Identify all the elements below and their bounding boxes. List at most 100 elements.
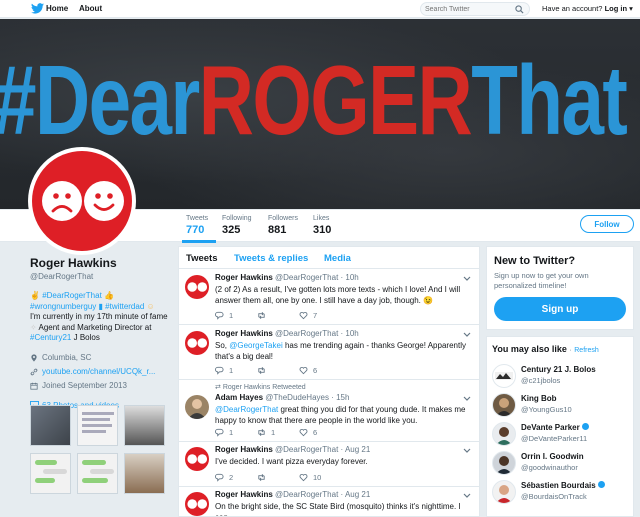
- photo-thumb[interactable]: [30, 405, 71, 446]
- tweet-author-name[interactable]: Roger Hawkins: [215, 490, 273, 499]
- suggestion-name[interactable]: Orrin I. Goodwin: [521, 452, 584, 461]
- retweet-action[interactable]: [257, 311, 299, 320]
- suggestion-name[interactable]: Century 21 J. Bolos: [521, 365, 596, 374]
- photo-thumb[interactable]: [124, 453, 165, 494]
- reply-action[interactable]: 2: [215, 473, 257, 482]
- photo-thumb[interactable]: [124, 405, 165, 446]
- reply-action[interactable]: 1: [215, 366, 257, 375]
- stat-tweets[interactable]: Tweets 770: [181, 215, 217, 243]
- suggestion-name[interactable]: King Bob: [521, 394, 557, 403]
- retweet-icon: [258, 429, 265, 436]
- suggestion-avatar[interactable]: [492, 451, 516, 475]
- reply-action[interactable]: 1: [215, 311, 257, 320]
- sad-happy-faces-icon: [42, 181, 124, 221]
- caret-down-icon[interactable]: ▾: [629, 4, 633, 13]
- tweet[interactable]: Roger Hawkins @DearRogerThat · Aug 21 I'…: [179, 442, 479, 487]
- tweet[interactable]: Roger Hawkins @DearRogerThat · Aug 21 On…: [179, 487, 479, 516]
- tweet-avatar[interactable]: [185, 275, 209, 299]
- chevron-down-icon[interactable]: [463, 396, 471, 402]
- refresh-link[interactable]: Refresh: [574, 347, 599, 354]
- tweet[interactable]: ⇄ Roger Hawkins Retweeted Adam Hayes @Th…: [179, 380, 479, 442]
- retweet-action[interactable]: [257, 473, 299, 482]
- suggestion-avatar[interactable]: [492, 393, 516, 417]
- tab-media[interactable]: Media: [324, 253, 351, 264]
- suggestion-item[interactable]: Century 21 J. Bolos @c21jbolos: [492, 363, 632, 391]
- tweet[interactable]: Roger Hawkins @DearRogerThat · 10h So, @…: [179, 325, 479, 380]
- like-action[interactable]: 10: [299, 473, 341, 482]
- suggestion-item[interactable]: King Bob @YoungGus10: [492, 392, 632, 420]
- twitter-bird-icon[interactable]: [31, 3, 44, 14]
- search-input[interactable]: [425, 4, 513, 15]
- tweet-author-handle[interactable]: @DearRogerThat · 10h: [275, 273, 359, 282]
- suggestion-item[interactable]: DeVante Parker @DeVanteParker11: [492, 421, 632, 449]
- like-action[interactable]: 7: [299, 311, 341, 320]
- search-box[interactable]: [420, 2, 530, 16]
- chevron-down-icon[interactable]: [463, 332, 471, 338]
- retweet-note-text[interactable]: Roger Hawkins Retweeted: [223, 384, 306, 391]
- bio-hashtag-twitterdad[interactable]: #twitterdad: [105, 302, 144, 311]
- signup-button[interactable]: Sign up: [494, 297, 626, 321]
- reply-icon: [215, 311, 224, 320]
- suggestion-handle[interactable]: @goodwinauthor: [521, 463, 578, 472]
- bio-hashtag-dearrogerthat[interactable]: #DearRogerThat: [42, 291, 102, 300]
- suggestion-handle[interactable]: @c21jbolos: [521, 376, 560, 385]
- tweet-avatar[interactable]: [185, 395, 209, 419]
- retweet-action[interactable]: [257, 366, 299, 375]
- retweet-action[interactable]: 1: [257, 428, 299, 437]
- stat-following[interactable]: Following 325: [222, 215, 252, 236]
- suggestion-name[interactable]: DeVante Parker: [521, 423, 589, 432]
- suggestion-handle[interactable]: @DeVanteParker11: [521, 434, 587, 443]
- suggestion-avatar[interactable]: [492, 480, 516, 504]
- suggestion-handle[interactable]: @YoungGus10: [521, 405, 572, 414]
- tweet[interactable]: Roger Hawkins @DearRogerThat · 10h (2 of…: [179, 269, 479, 325]
- photo-thumb[interactable]: [77, 453, 118, 494]
- stat-likes[interactable]: Likes 310: [313, 215, 331, 236]
- like-action[interactable]: 6: [299, 428, 341, 437]
- chevron-down-icon[interactable]: [463, 276, 471, 282]
- tweet-avatar[interactable]: [185, 331, 209, 355]
- search-icon[interactable]: [515, 5, 524, 14]
- tweet-author-handle[interactable]: @DearRogerThat · Aug 21: [275, 490, 370, 499]
- tweet-avatar[interactable]: [185, 447, 209, 471]
- chevron-down-icon[interactable]: [463, 448, 471, 454]
- tab-tweets-replies[interactable]: Tweets & replies: [234, 253, 308, 264]
- tweet-author-name[interactable]: Adam Hayes: [215, 393, 263, 402]
- tweet-actions: 1 1 6: [215, 428, 341, 437]
- reply-action[interactable]: 1: [215, 428, 257, 437]
- suggestion-name[interactable]: Sébastien Bourdais: [521, 481, 605, 490]
- profile-url-link[interactable]: youtube.com/channel/UCQk_r...: [42, 365, 155, 379]
- suggestion-name-text[interactable]: DeVante Parker: [521, 423, 580, 432]
- login-link[interactable]: Log in: [605, 4, 628, 13]
- suggestion-avatar[interactable]: [492, 422, 516, 446]
- profile-name[interactable]: Roger Hawkins: [30, 256, 170, 270]
- photo-thumb[interactable]: [77, 405, 118, 446]
- tweet-author-handle[interactable]: @DearRogerThat · 10h: [275, 329, 359, 338]
- tweet-author-name[interactable]: Roger Hawkins: [215, 445, 273, 454]
- suggestion-item[interactable]: Orrin I. Goodwin @goodwinauthor: [492, 450, 632, 478]
- suggestion-avatar[interactable]: [492, 364, 516, 388]
- profile-handle[interactable]: @DearRogerThat: [30, 272, 170, 281]
- follow-button[interactable]: Follow: [580, 215, 634, 233]
- tweet-author-handle[interactable]: @DearRogerThat · Aug 21: [275, 445, 370, 454]
- bio-hashtag-century21[interactable]: #Century21: [30, 333, 71, 342]
- mention-link[interactable]: @DearRogerThat: [215, 405, 278, 414]
- nav-home-link[interactable]: Home: [46, 4, 68, 13]
- suggestion-name-text[interactable]: Sébastien Bourdais: [521, 481, 596, 490]
- tab-tweets[interactable]: Tweets: [186, 253, 218, 264]
- nav-about-link[interactable]: About: [79, 4, 102, 13]
- tweet-author-name[interactable]: Roger Hawkins: [215, 273, 273, 282]
- stat-value: 325: [222, 224, 241, 236]
- profile-avatar[interactable]: [28, 147, 136, 255]
- tweet-avatar[interactable]: [185, 492, 209, 516]
- like-action[interactable]: 6: [299, 366, 341, 375]
- bio-hashtag-wrongnumberguy[interactable]: #wrongnumberguy: [30, 302, 96, 311]
- tweet-author-name[interactable]: Roger Hawkins: [215, 329, 273, 338]
- suggestion-item[interactable]: Sébastien Bourdais @BourdaisOnTrack: [492, 479, 632, 507]
- like-count: 7: [313, 311, 318, 320]
- suggestion-handle[interactable]: @BourdaisOnTrack: [521, 492, 587, 501]
- chevron-down-icon[interactable]: [463, 493, 471, 499]
- tweet-author-handle[interactable]: @TheDudeHayes · 15h: [265, 393, 349, 402]
- stat-followers[interactable]: Followers 881: [268, 215, 298, 236]
- mention-link[interactable]: @GeorgeTakei: [229, 341, 282, 350]
- photo-thumb[interactable]: [30, 453, 71, 494]
